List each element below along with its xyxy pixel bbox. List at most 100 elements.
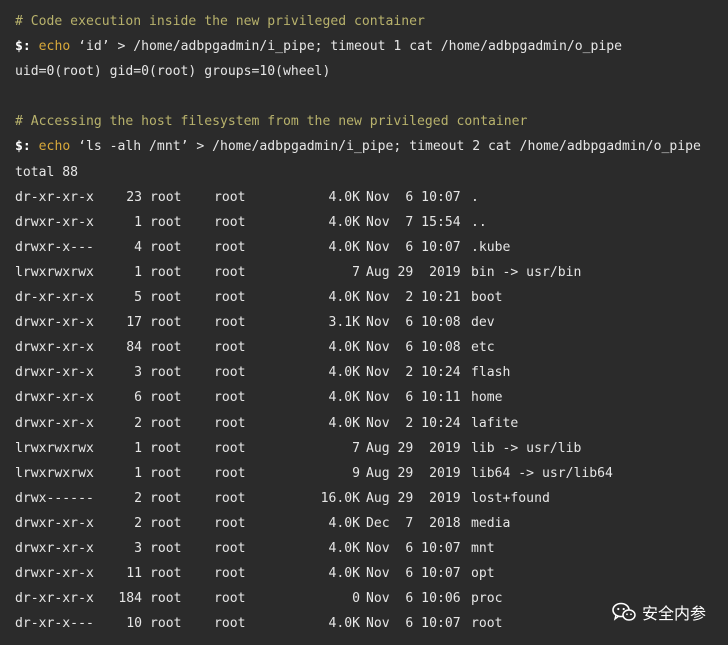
name-cell: lost+found [471,490,550,506]
prompt: $: [15,39,31,55]
group-cell: root [214,390,246,406]
size-cell: 4.0K [328,189,360,205]
group-cell: root [214,340,246,356]
command-keyword: echo [38,39,71,55]
size-cell: 4.0K [328,340,360,356]
command-keyword: echo [38,139,71,155]
total-line: total 88 [15,164,79,180]
date-cell: Nov 6 10:11 [366,390,461,406]
listing-row: drwx------ 2 root root 16.0K Aug 29 2019 lost+… [0,486,728,511]
date-cell: Aug 29 2019 [366,440,461,456]
listing-row: drwxr-xr-x 6 root root 4.0K Nov 6 10:11 home [0,385,728,410]
date-cell: Nov 6 10:07 [366,540,461,556]
owner-cell: root [150,214,182,230]
owner-cell: root [150,540,182,556]
permissions-cell: drwxr-xr-x [15,340,94,356]
size-cell: 7 [352,440,360,456]
group-cell: root [214,415,246,431]
owner-cell: root [150,340,182,356]
size-cell: 4.0K [328,566,360,582]
size-cell: 4.0K [328,515,360,531]
command-line: $: echo ‘id’ > /home/adbpgadmin/i_pipe; … [0,34,728,59]
links-cell: 84 [126,340,142,356]
links-cell: 1 [134,440,142,456]
links-cell: 5 [134,290,142,306]
date-cell: Nov 6 10:07 [366,566,461,582]
owner-cell: root [150,315,182,331]
date-cell: Nov 2 10:24 [366,415,461,431]
group-cell: root [214,264,246,280]
permissions-cell: drwx------ [15,490,94,506]
links-cell: 23 [126,189,142,205]
size-cell: 7 [352,264,360,280]
group-cell: root [214,239,246,255]
links-cell: 2 [134,490,142,506]
group-cell: root [214,365,246,381]
owner-cell: root [150,465,182,481]
permissions-cell: drwxr-xr-x [15,365,94,381]
size-cell: 3.1K [328,315,360,331]
permissions-cell: drwxr-xr-x [15,390,94,406]
name-cell: home [471,390,503,406]
date-cell: Nov 6 10:06 [366,591,461,607]
directory-listing: dr-xr-xr-x 23 root root 4.0K Nov 6 10:07. drwx… [0,185,728,637]
size-cell: 4.0K [328,540,360,556]
listing-row: drwxr-xr-x 2 root root 4.0K Nov 2 10:24 lafite [0,411,728,436]
size-cell: 4.0K [328,290,360,306]
terminal-output: # Code execution inside the new privileg… [0,0,728,645]
links-cell: 2 [134,415,142,431]
owner-cell: root [150,365,182,381]
listing-row: drwxr-xr-x 1 root root 4.0K Nov 7 15:54.. [0,210,728,235]
group-cell: root [214,591,246,607]
size-cell: 16.0K [320,490,360,506]
permissions-cell: drwxr-xr-x [15,415,94,431]
size-cell: 4.0K [328,415,360,431]
comment-line: # Code execution inside the new privileg… [15,14,425,29]
owner-cell: root [150,440,182,456]
listing-row: drwxr-xr-x 17 root root 3.1K Nov 6 10:08 dev [0,310,728,335]
links-cell: 4 [134,239,142,255]
links-cell: 17 [126,315,142,331]
wechat-icon [612,602,636,621]
size-cell: 4.0K [328,365,360,381]
owner-cell: root [150,490,182,506]
listing-row: drwxr-xr-x 11 root root 4.0K Nov 6 10:07 opt [0,561,728,586]
name-cell: media [471,515,511,531]
permissions-cell: dr-xr-xr-x [15,290,94,306]
name-cell: bin -> usr/bin [471,264,582,280]
watermark-text: 安全内参 [641,604,706,623]
permissions-cell: lrwxrwxrwx [15,440,94,456]
owner-cell: root [150,515,182,531]
name-cell: lib64 -> usr/lib64 [471,465,613,481]
owner-cell: root [150,415,182,431]
listing-row: drwxr-xr-x 2 root root 4.0K Dec 7 2018 media [0,511,728,536]
group-cell: root [214,290,246,306]
permissions-cell: lrwxrwxrwx [15,465,94,481]
name-cell: . [471,189,479,205]
size-cell: 4.0K [328,616,360,632]
links-cell: 3 [134,365,142,381]
watermark: 安全内参 [612,600,706,624]
permissions-cell: drwxr-xr-x [15,566,94,582]
owner-cell: root [150,290,182,306]
links-cell: 11 [126,566,142,582]
group-cell: root [214,189,246,205]
date-cell: Nov 7 15:54 [366,214,461,230]
group-cell: root [214,490,246,506]
permissions-cell: drwxr-xr-x [15,540,94,556]
links-cell: 1 [134,264,142,280]
size-cell: 0 [352,591,360,607]
permissions-cell: dr-xr-x--- [15,616,94,632]
name-cell: root [471,616,503,632]
listing-row: drwxr-xr-x 84 root root 4.0K Nov 6 10:08 etc [0,335,728,360]
name-cell: boot [471,290,503,306]
listing-row: drwxr-xr-x 3 root root 4.0K Nov 6 10:07 mnt [0,536,728,561]
date-cell: Aug 29 2019 [366,465,461,481]
listing-row: drwxr-xr-x 3 root root 4.0K Nov 2 10:24 flash [0,360,728,385]
comment-line: # Accessing the host filesystem from the… [15,114,528,130]
name-cell: mnt [471,540,495,556]
name-cell: .kube [471,239,511,255]
date-cell: Aug 29 2019 [366,490,461,506]
name-cell: proc [471,591,503,607]
